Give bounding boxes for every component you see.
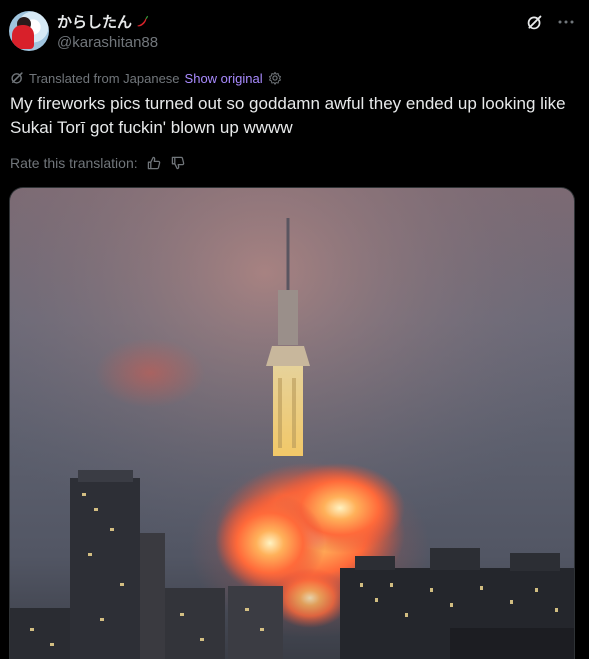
show-original-link[interactable]: Show original: [185, 71, 263, 86]
fireworks-tower-photo: [10, 188, 574, 659]
more-icon[interactable]: [557, 13, 575, 31]
rate-translation: Rate this translation:: [10, 154, 186, 172]
rate-label: Rate this translation:: [10, 155, 138, 171]
translate-icon: [11, 72, 23, 84]
thumbs-up-icon[interactable]: [146, 155, 162, 171]
post-text: My fireworks pics turned out so goddamn …: [10, 94, 566, 137]
post-header: からしたん @karashitan88: [9, 11, 579, 55]
avatar[interactable]: [9, 11, 49, 51]
translation-notice: Translated from Japanese Show original: [10, 70, 282, 86]
thumbs-down-icon[interactable]: [170, 155, 186, 171]
chili-pepper-icon: [137, 15, 149, 27]
gear-icon[interactable]: [268, 71, 282, 85]
post-photo[interactable]: [9, 187, 575, 659]
user-handle[interactable]: @karashitan88: [57, 34, 158, 51]
translated-label: Translated from Japanese: [29, 70, 180, 86]
display-name-row: からしたん: [57, 11, 149, 31]
display-name[interactable]: からしたん: [57, 11, 132, 32]
grok-icon[interactable]: [525, 13, 543, 31]
